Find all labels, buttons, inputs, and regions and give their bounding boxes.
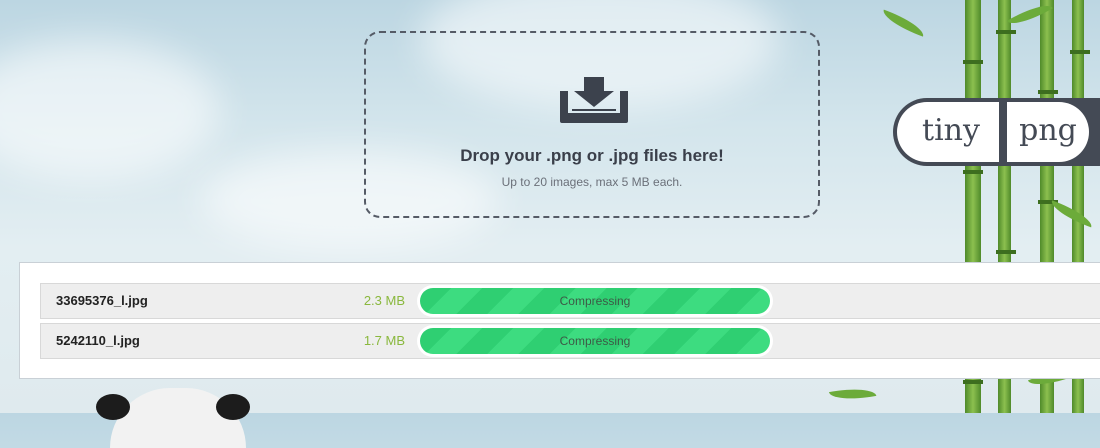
logo-text-tiny: tiny xyxy=(897,102,999,162)
progress-bar: Compressing xyxy=(417,325,773,357)
upload-drop-zone[interactable]: Drop your .png or .jpg files here! Up to… xyxy=(364,31,820,218)
file-name: 33695376_l.jpg xyxy=(56,293,148,308)
progress-bar: Compressing xyxy=(417,285,773,317)
progress-fill: Compressing xyxy=(420,288,770,314)
progress-status: Compressing xyxy=(559,294,631,308)
progress-fill: Compressing xyxy=(420,328,770,354)
file-row: 5242110_l.jpg 1.7 MB Compressing xyxy=(40,323,1100,359)
file-size: 1.7 MB xyxy=(363,333,405,348)
file-size: 2.3 MB xyxy=(363,293,405,308)
cloud-decoration xyxy=(0,40,220,180)
tinypng-logo[interactable]: tiny png xyxy=(893,98,1100,166)
progress-status: Compressing xyxy=(559,334,631,348)
file-name: 5242110_l.jpg xyxy=(56,333,140,348)
drop-zone-subtitle: Up to 20 images, max 5 MB each. xyxy=(501,175,683,189)
drop-zone-title: Drop your .png or .jpg files here! xyxy=(460,146,724,165)
file-results-panel: 33695376_l.jpg 2.3 MB Compressing 524211… xyxy=(19,262,1100,379)
file-row: 33695376_l.jpg 2.3 MB Compressing xyxy=(40,283,1100,319)
logo-text-png: png xyxy=(1007,102,1089,162)
download-tray-icon xyxy=(560,77,628,123)
